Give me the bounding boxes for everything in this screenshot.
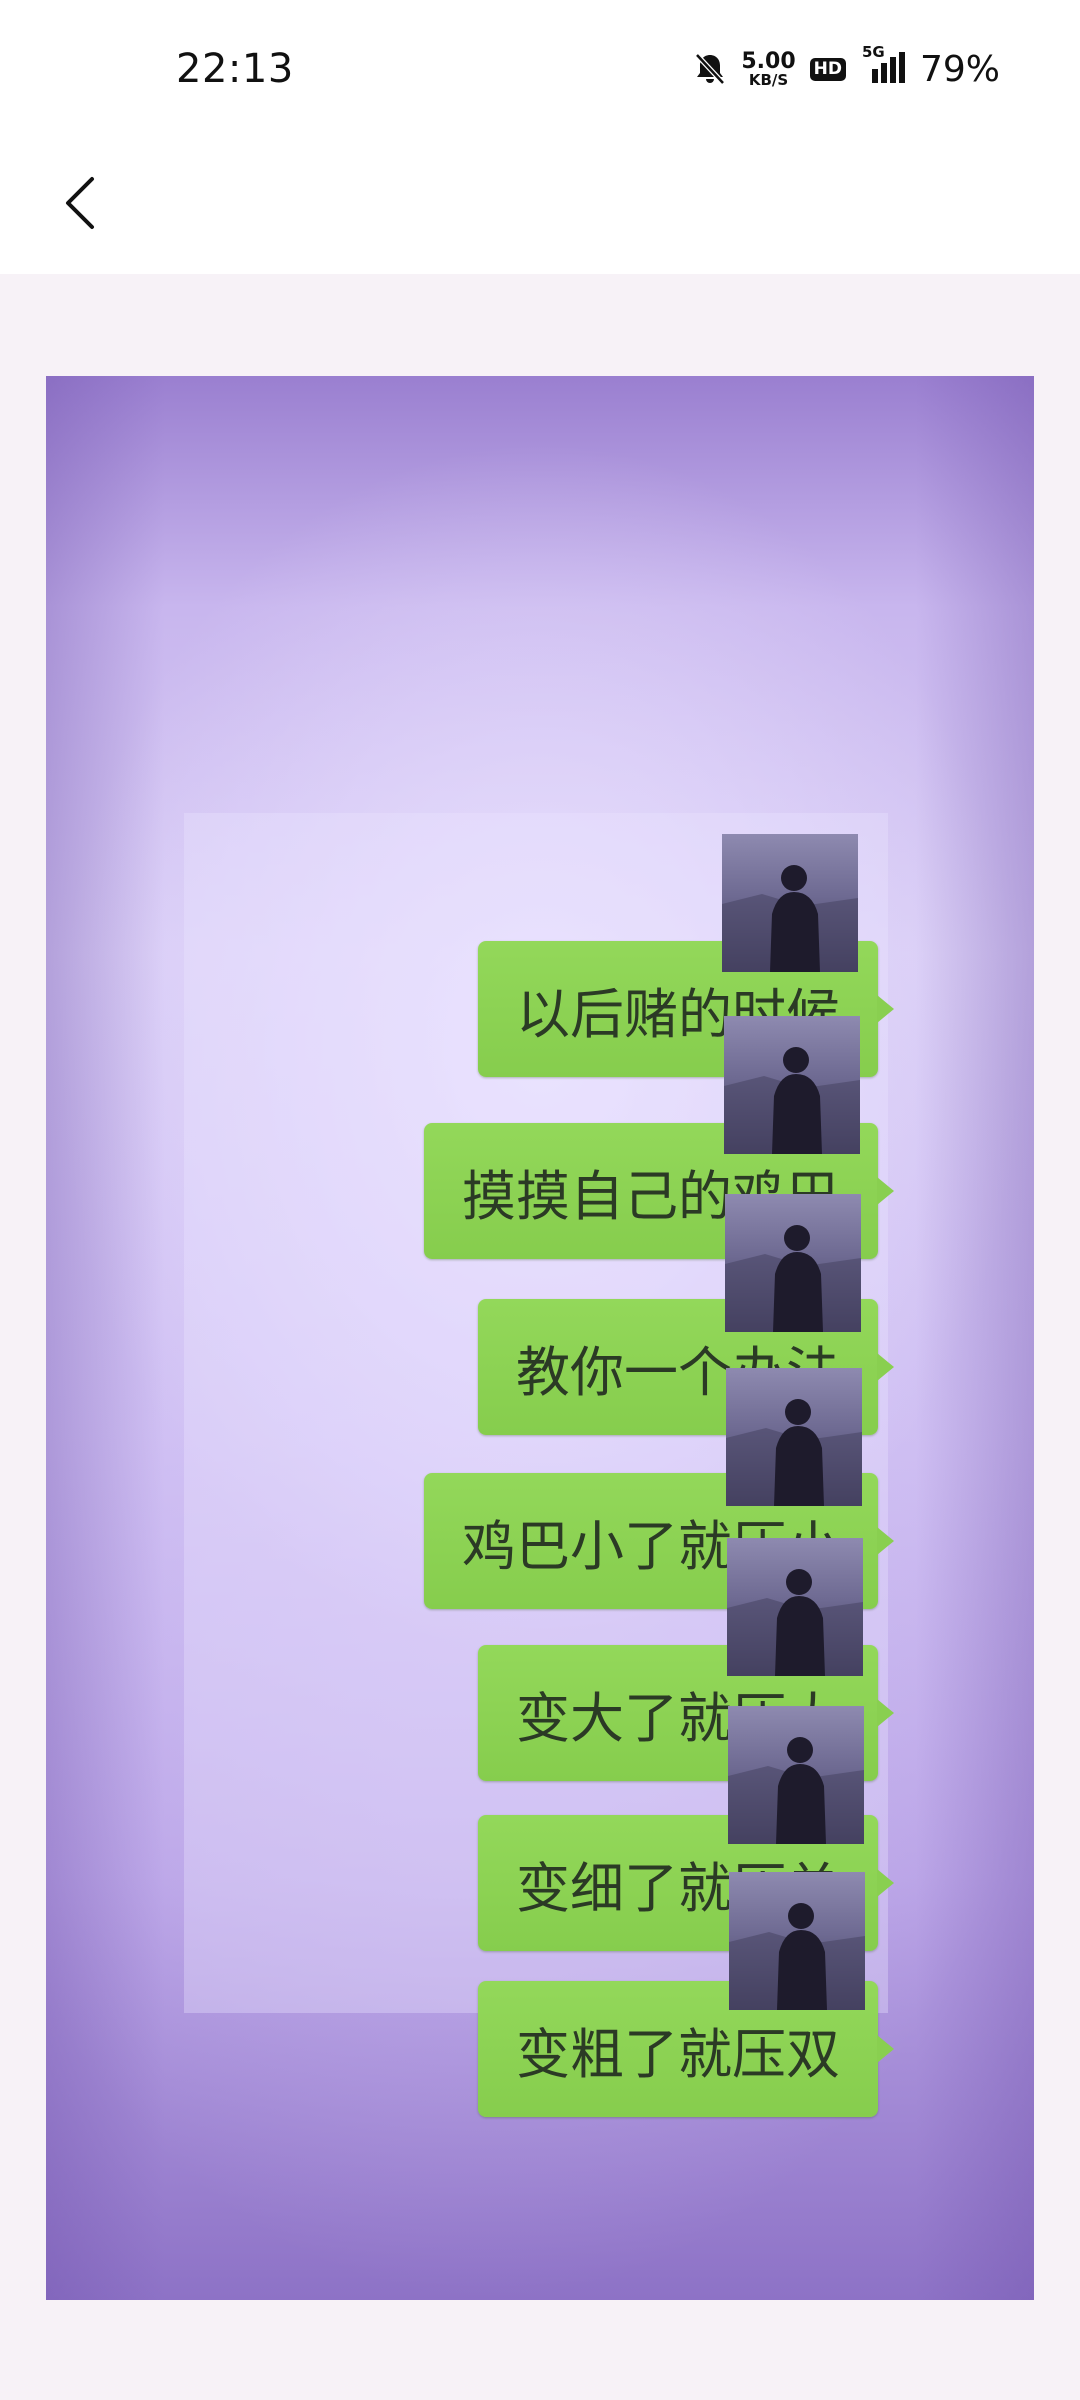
avatar [724,1016,860,1154]
signal-5g-icon: 5G [860,43,906,87]
bell-muted-icon [693,51,727,87]
network-type-label: 5G [861,43,885,61]
avatar [726,1368,862,1506]
avatar [728,1706,864,1844]
avatar [722,834,858,972]
avatar [727,1538,863,1676]
network-speed: 5.00 KB/S [741,48,796,89]
chat-photo[interactable]: 以后赌的时候 摸摸自己的鸡巴 教你一个办法 鸡巴小了就压小 变大了就压大 变细了… [46,376,1034,2300]
status-bar: 22:13 5.00 KB/S HD 5G 79% [0,0,1080,140]
battery-level: 79% [919,48,1000,90]
network-speed-unit: KB/S [748,70,789,89]
image-viewer: 以后赌的时候 摸摸自己的鸡巴 教你一个办法 鸡巴小了就压小 变大了就压大 变细了… [0,274,1080,2400]
status-icons: 5.00 KB/S HD 5G 79% [693,43,1000,94]
hd-badge: HD [809,57,846,81]
status-time: 22:13 [176,46,294,92]
avatar [725,1194,861,1332]
nav-bar [0,140,1080,274]
back-button[interactable] [40,158,120,248]
network-speed-value: 5.00 [741,48,796,74]
avatar [729,1872,865,2010]
chevron-left-icon [66,177,94,229]
